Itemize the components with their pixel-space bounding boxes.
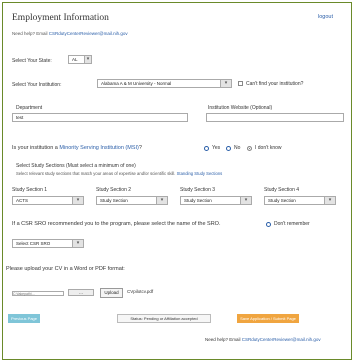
msi-dont-know-radio[interactable] [247, 146, 252, 151]
msi-no-radio[interactable] [226, 146, 231, 151]
study-sections-subtext-prefix: Select relevant study sections that matc… [16, 171, 177, 176]
msi-no-label: No [234, 145, 241, 151]
institution-label: Select Your Institution: [12, 82, 62, 88]
cant-find-checkbox[interactable] [238, 81, 243, 86]
study-section-2-value: Study Section [100, 198, 128, 203]
page-title: Employment Information [12, 13, 109, 23]
status-box: Status: Pending or Affiliation accepted [117, 314, 211, 323]
footer-help-prefix: Need help? Email [205, 337, 242, 342]
footer-email-link[interactable]: CSRdutyCenterReviewer@mail.nih.gov [242, 337, 321, 342]
state-value: AL [72, 57, 78, 62]
state-select[interactable]: AL ▾ [68, 55, 92, 64]
previous-page-button[interactable]: Previous Page [8, 314, 40, 323]
chevron-down-icon: ▾ [220, 80, 231, 87]
study-section-1-value: ACTS [16, 198, 29, 203]
msi-dont-know-label: I don't know [255, 145, 282, 151]
study-section-1-label: Study Section 1 [12, 187, 48, 193]
dont-remember-label: Don't remember [274, 221, 310, 227]
chevron-down-icon: ▾ [84, 56, 91, 63]
msi-question: Is your institution a Minority Serving I… [12, 145, 142, 151]
cv-browse-button[interactable]: ... [68, 289, 94, 296]
study-section-2-label: Study Section 2 [96, 187, 132, 193]
study-section-4-label: Study Section 4 [264, 187, 300, 193]
chevron-down-icon: ▾ [324, 197, 335, 204]
study-sections-heading: Select Study Sections (Must select a min… [16, 163, 136, 169]
cv-label: Please upload your CV in a Word or PDF f… [6, 266, 125, 272]
cant-find-institution-link[interactable]: Can't find your institution? [246, 81, 303, 87]
state-label: Select Your State: [12, 58, 52, 64]
msi-link[interactable]: Minority Serving Institution (MSI) [59, 145, 138, 151]
study-section-3-value: Study Section [184, 198, 212, 203]
page-frame [2, 2, 352, 360]
standing-study-sections-link[interactable]: Standing Study Sections [177, 171, 223, 176]
chevron-down-icon: ▾ [72, 197, 83, 204]
department-input[interactable]: test [12, 113, 188, 122]
institution-select[interactable]: Alabama A & M University - Normal ▾ [97, 79, 232, 88]
help-line: Need help? Email CSRdutyCenterReviewer@m… [12, 31, 128, 36]
help-prefix: Need help? Email [12, 31, 49, 36]
cv-file-path[interactable]: C:\fakepath\... [12, 291, 64, 296]
study-section-4-select[interactable]: Study Section ▾ [264, 196, 336, 205]
chevron-down-icon: ▾ [72, 240, 83, 247]
sro-question: If a CSR SRO recommended you to the prog… [12, 221, 221, 227]
study-section-3-select[interactable]: Study Section ▾ [180, 196, 252, 205]
chevron-down-icon: ▾ [156, 197, 167, 204]
study-section-4-value: Study Section [268, 198, 296, 203]
uploaded-cv-link[interactable]: CVpilotcv.pdf [127, 289, 153, 294]
footer-help: Need help? Email CSRdutyCenterReviewer@m… [205, 337, 321, 342]
department-label: Department [16, 105, 43, 111]
msi-yes-label: Yes [212, 145, 221, 151]
dont-remember-radio[interactable] [266, 222, 271, 227]
study-section-3-label: Study Section 3 [180, 187, 216, 193]
cv-upload-button[interactable]: Upload [100, 288, 123, 298]
website-input[interactable] [206, 113, 344, 122]
study-section-1-select[interactable]: ACTS ▾ [12, 196, 84, 205]
study-sections-subtext: Select relevant study sections that matc… [16, 171, 222, 176]
chevron-down-icon: ▾ [240, 197, 251, 204]
msi-question-suffix: ? [138, 145, 142, 151]
msi-yes-radio[interactable] [204, 146, 209, 151]
help-email-link[interactable]: CSRdutyCenterReviewer@mail.nih.gov [49, 31, 128, 36]
study-section-2-select[interactable]: Study Section ▾ [96, 196, 168, 205]
website-label: Institution Website (Optional) [208, 105, 273, 111]
save-submit-button[interactable]: Save Application / Submit Page [237, 314, 299, 323]
logout-link[interactable]: logout [318, 14, 333, 20]
msi-question-prefix: Is your institution a [12, 145, 60, 151]
sro-select[interactable]: Select CSR SRO ▾ [12, 239, 84, 248]
sro-value: Select CSR SRO [16, 241, 51, 246]
spacer-2 [8, 260, 14, 262]
institution-value: Alabama A & M University - Normal [101, 81, 172, 86]
